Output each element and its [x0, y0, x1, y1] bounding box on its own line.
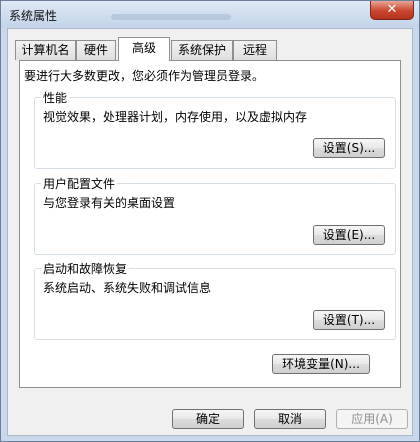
environment-variables-button[interactable]: 环境变量(N)... — [272, 354, 370, 374]
group-title: 启动和故障恢复 — [41, 260, 130, 277]
tab-label: 远程 — [242, 43, 267, 57]
startup-recovery-settings-button[interactable]: 设置(T)... — [313, 310, 385, 330]
tab-label: 系统保护 — [177, 43, 226, 57]
title-bar[interactable]: 系统属性 ✕ — [1, 1, 419, 27]
tab-label: 计算机名 — [21, 43, 70, 57]
startup-recovery-group: 启动和故障恢复 系统启动、系统失败和调试信息 设置(T)... — [34, 260, 396, 340]
close-icon: ✕ — [386, 2, 398, 17]
tab-advanced[interactable]: 高级 — [118, 37, 170, 61]
user-profiles-settings-button[interactable]: 设置(E)... — [313, 225, 385, 245]
close-button[interactable]: ✕ — [370, 1, 414, 20]
apply-button[interactable]: 应用(A) — [336, 409, 408, 429]
system-properties-window: 系统属性 ✕ 计算机名 硬件 高级 系统保护 远程 要进行大多数更改，您必须作为… — [0, 0, 420, 442]
admin-notice: 要进行大多数更改，您必须作为管理员登录。 — [24, 69, 265, 83]
tab-computer-name[interactable]: 计算机名 — [15, 40, 76, 60]
ok-button[interactable]: 确定 — [172, 409, 244, 429]
performance-settings-button[interactable]: 设置(S)... — [313, 138, 385, 158]
group-description: 系统启动、系统失败和调试信息 — [43, 281, 212, 295]
title-shadow — [111, 14, 231, 20]
tab-remote[interactable]: 远程 — [233, 40, 277, 60]
cancel-button[interactable]: 取消 — [254, 409, 326, 429]
group-title: 性能 — [41, 89, 70, 106]
group-description: 与您登录有关的桌面设置 — [43, 196, 176, 210]
group-title: 用户配置文件 — [41, 175, 118, 192]
tab-label: 高级 — [131, 41, 156, 55]
advanced-tab-panel: 要进行大多数更改，您必须作为管理员登录。 性能 视觉效果，处理器计划，内存使用，… — [19, 60, 401, 388]
dialog-client-area: 计算机名 硬件 高级 系统保护 远程 要进行大多数更改，您必须作为管理员登录。 … — [7, 28, 413, 436]
performance-group: 性能 视觉效果，处理器计划，内存使用，以及虚拟内存 设置(S)... — [34, 89, 396, 169]
tab-label: 硬件 — [83, 43, 108, 57]
tab-system-protection[interactable]: 系统保护 — [171, 40, 233, 60]
user-profiles-group: 用户配置文件 与您登录有关的桌面设置 设置(E)... — [34, 175, 396, 255]
tab-hardware[interactable]: 硬件 — [76, 40, 116, 60]
window-title: 系统属性 — [9, 9, 58, 23]
group-description: 视觉效果，处理器计划，内存使用，以及虚拟内存 — [43, 110, 308, 124]
